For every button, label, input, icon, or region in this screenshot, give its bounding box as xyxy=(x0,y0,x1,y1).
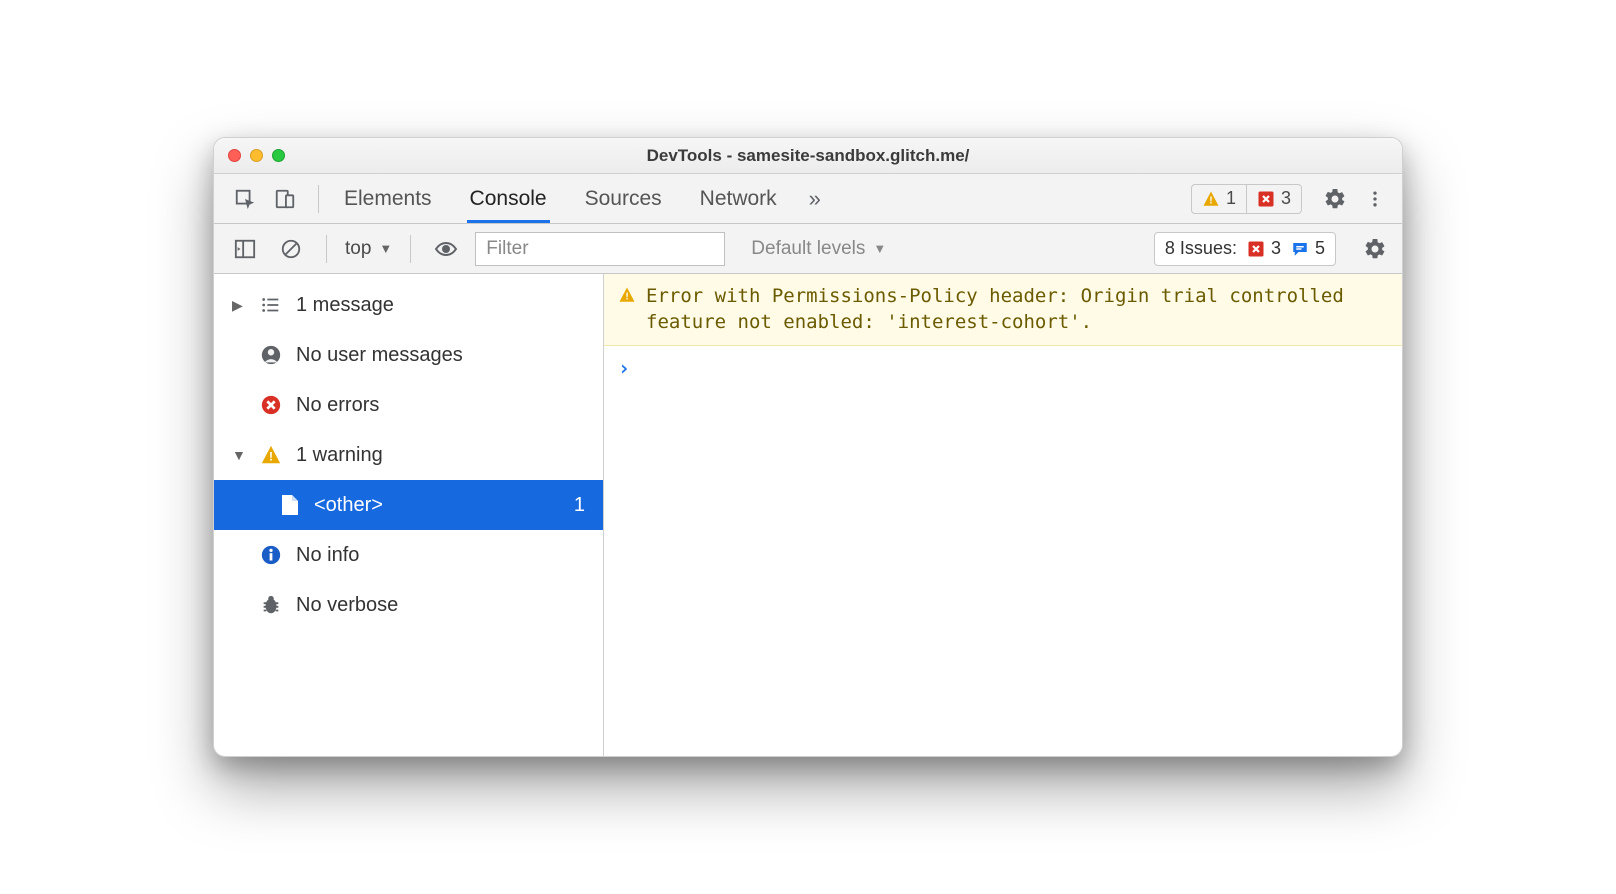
sidebar-item-label: No user messages xyxy=(296,344,463,367)
settings-icon[interactable] xyxy=(1318,182,1352,216)
device-toggle-icon[interactable] xyxy=(268,182,302,216)
sidebar-item-label: No info xyxy=(296,544,359,567)
levels-label: Default levels xyxy=(751,238,865,260)
file-icon xyxy=(280,493,300,517)
titlebar: DevTools - samesite-sandbox.glitch.me/ xyxy=(214,138,1402,174)
warnings-count: 1 xyxy=(1226,188,1236,209)
warning-icon: ! xyxy=(1202,190,1220,208)
list-icon xyxy=(260,294,282,316)
window-title: DevTools - samesite-sandbox.glitch.me/ xyxy=(214,146,1402,166)
kebab-menu-icon[interactable] xyxy=(1358,182,1392,216)
context-selector[interactable]: top ▼ xyxy=(345,238,392,260)
warning-icon: ! xyxy=(260,444,282,466)
sidebar-item-count: 1 xyxy=(574,494,585,517)
console-sidebar: ▶ 1 message No user messages No errors ▼… xyxy=(214,274,604,756)
sidebar-item-label: No errors xyxy=(296,394,379,417)
error-icon xyxy=(1257,190,1275,208)
message-icon xyxy=(1291,240,1309,258)
separator xyxy=(318,185,319,213)
sidebar-item-label: 1 message xyxy=(296,294,394,317)
inspect-element-icon[interactable] xyxy=(228,182,262,216)
console-output: ! Error with Permissions-Policy header: … xyxy=(604,274,1402,756)
devtools-tabs-bar: Elements Console Sources Network » ! 1 3 xyxy=(214,174,1402,224)
live-expression-icon[interactable] xyxy=(429,232,463,266)
warning-icon: ! xyxy=(618,286,636,304)
collapse-icon: ▼ xyxy=(232,447,246,463)
separator xyxy=(410,235,411,263)
separator xyxy=(326,235,327,263)
issues-button[interactable]: 8 Issues: 3 5 xyxy=(1154,232,1336,266)
sidebar-messages[interactable]: ▶ 1 message xyxy=(214,280,603,330)
bug-icon xyxy=(260,594,282,616)
issues-label: 8 Issues: xyxy=(1165,238,1237,259)
tabs: Elements Console Sources Network xyxy=(341,175,780,223)
issues-errors: 3 xyxy=(1247,238,1281,259)
tab-console[interactable]: Console xyxy=(467,175,550,223)
dropdown-icon: ▼ xyxy=(873,241,886,256)
dropdown-icon: ▼ xyxy=(379,241,392,256)
sidebar-errors[interactable]: No errors xyxy=(214,380,603,430)
sidebar-verbose[interactable]: No verbose xyxy=(214,580,603,630)
expand-icon: ▶ xyxy=(232,297,246,314)
sidebar-item-label: No verbose xyxy=(296,594,398,617)
error-icon xyxy=(1247,240,1265,258)
sidebar-other[interactable]: <other> 1 xyxy=(214,480,603,530)
sidebar-info[interactable]: No info xyxy=(214,530,603,580)
status-badge-box[interactable]: ! 1 3 xyxy=(1191,184,1302,214)
toggle-sidebar-icon[interactable] xyxy=(228,232,262,266)
svg-text:!: ! xyxy=(1209,195,1212,206)
sidebar-user-messages[interactable]: No user messages xyxy=(214,330,603,380)
filter-input[interactable] xyxy=(475,232,725,266)
console-prompt[interactable]: › xyxy=(604,346,1402,390)
more-tabs-icon[interactable]: » xyxy=(798,182,832,216)
sidebar-item-label: <other> xyxy=(314,494,383,517)
tab-sources[interactable]: Sources xyxy=(582,175,665,223)
warnings-badge[interactable]: ! 1 xyxy=(1192,185,1246,213)
clear-console-icon[interactable] xyxy=(274,232,308,266)
log-levels-selector[interactable]: Default levels ▼ xyxy=(751,238,886,260)
context-label: top xyxy=(345,238,371,260)
console-warning-row[interactable]: ! Error with Permissions-Policy header: … xyxy=(604,274,1402,346)
tab-elements[interactable]: Elements xyxy=(341,175,435,223)
issues-messages: 5 xyxy=(1291,238,1325,259)
console-toolbar: top ▼ Default levels ▼ 8 Issues: 3 5 xyxy=(214,224,1402,274)
console-settings-icon[interactable] xyxy=(1358,232,1392,266)
devtools-window: DevTools - samesite-sandbox.glitch.me/ E… xyxy=(213,137,1403,757)
console-message-text: Error with Permissions-Policy header: Or… xyxy=(646,284,1388,335)
svg-text:!: ! xyxy=(624,292,630,303)
user-icon xyxy=(260,344,282,366)
main-area: ▶ 1 message No user messages No errors ▼… xyxy=(214,274,1402,756)
sidebar-item-label: 1 warning xyxy=(296,444,383,467)
sidebar-warnings[interactable]: ▼ ! 1 warning xyxy=(214,430,603,480)
info-icon xyxy=(260,544,282,566)
tab-network[interactable]: Network xyxy=(697,175,780,223)
svg-text:!: ! xyxy=(269,450,273,464)
error-icon xyxy=(260,394,282,416)
errors-badge[interactable]: 3 xyxy=(1246,185,1301,213)
errors-count: 3 xyxy=(1281,188,1291,209)
